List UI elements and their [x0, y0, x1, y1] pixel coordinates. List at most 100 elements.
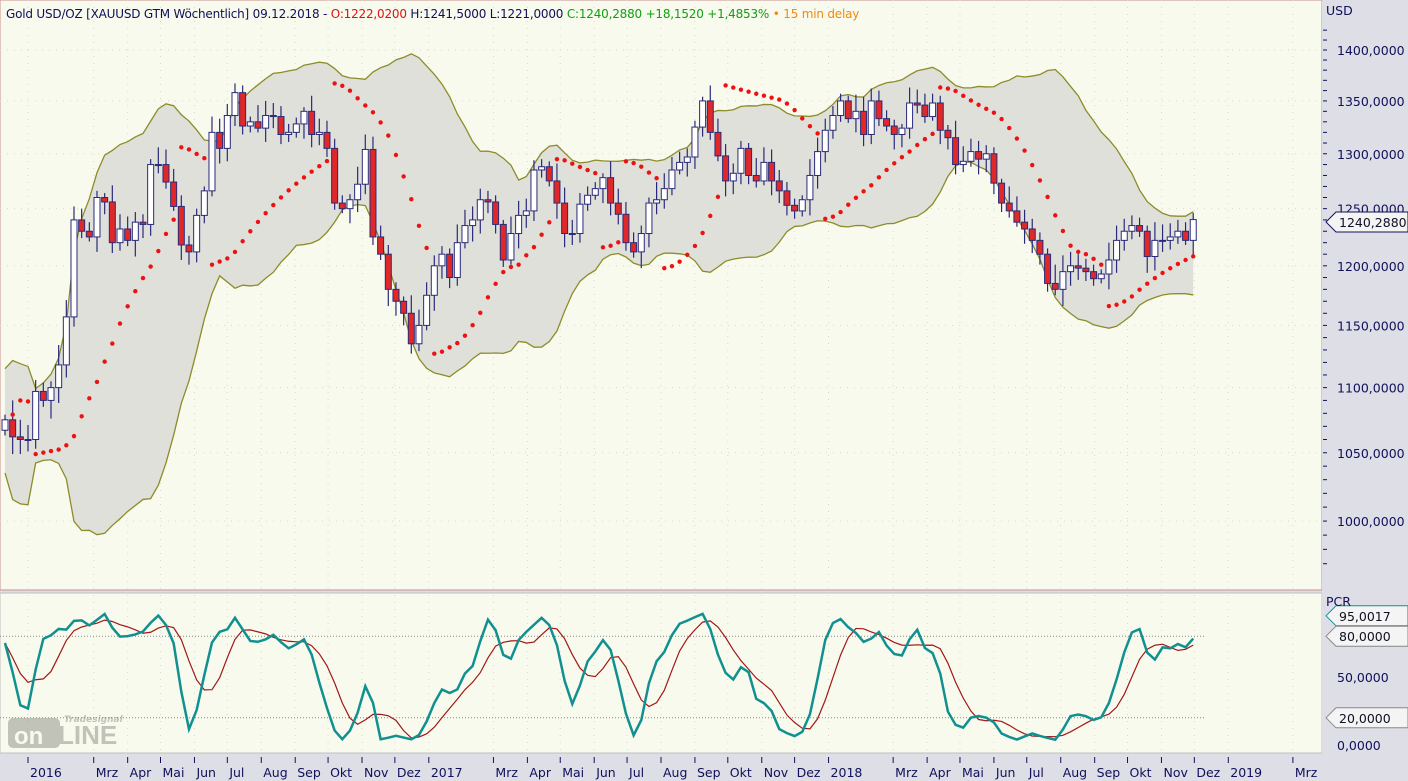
candle-body [760, 161, 768, 182]
sar-dot [355, 96, 360, 101]
candle-body [668, 169, 676, 190]
sar-dot [777, 97, 782, 102]
candle-body [177, 205, 185, 246]
candle-body [407, 312, 415, 345]
sar-dot [332, 81, 337, 86]
sar-dot [531, 244, 537, 250]
price-axis[interactable]: 1000,0000 1050,0000 1100,0000 1150,0000 1200… [1322, 0, 1408, 781]
candle-body [844, 100, 852, 120]
candle-body [231, 92, 239, 117]
candle-body [124, 228, 132, 241]
candle-body [315, 131, 323, 135]
sar-dot [700, 230, 705, 236]
oscillator-pane[interactable] [0, 592, 1323, 754]
sar-dot [194, 151, 199, 157]
sar-dot [508, 264, 514, 270]
sar-dot [462, 333, 468, 338]
candle-body [1082, 267, 1090, 273]
time-tick-label: Sep [1097, 765, 1121, 780]
candle-body [952, 137, 960, 166]
price-tick-label: 1150,0000 [1337, 318, 1405, 333]
sar-dot [754, 91, 759, 96]
candle-body [476, 199, 484, 221]
candle-body [354, 183, 362, 201]
candle-body [676, 161, 684, 171]
sar-dot [56, 447, 61, 452]
time-tick-label: Aug [263, 765, 287, 780]
sar-dot [1030, 162, 1035, 168]
chart-canvas[interactable]: on LINE Tradesignal 1000,0000 1050,0000 11… [0, 0, 1408, 781]
time-tick-label: Jul [628, 765, 644, 780]
sar-dot [1114, 302, 1119, 307]
last-price-tag: 1240,2880 [1339, 215, 1407, 230]
candle-body [998, 182, 1006, 204]
time-tick-label: Okt [330, 765, 352, 780]
sar-dot [884, 167, 889, 173]
time-tick-label: Dez [1196, 765, 1220, 780]
time-tick-label: Mai [163, 765, 185, 780]
sar-dot [593, 170, 598, 176]
sar-dot [1083, 251, 1089, 257]
sar-dot [1022, 148, 1027, 153]
time-tick-label: Dez [797, 765, 821, 780]
sar-dot [439, 349, 445, 354]
sar-dot [294, 181, 299, 186]
candle-body [338, 202, 346, 210]
candle-body [530, 169, 538, 212]
sar-dot [547, 220, 552, 225]
sar-dot [263, 211, 268, 216]
level-tag: 80,0000 [1339, 629, 1391, 644]
candle-body [1090, 271, 1098, 280]
price-tick-label: 1300,0000 [1337, 147, 1405, 162]
time-tick-label: Mrz [895, 765, 918, 780]
candle-body [553, 180, 561, 204]
candle-body [415, 324, 423, 345]
candle-body [1074, 265, 1082, 269]
candle-body [653, 199, 661, 204]
sar-dot [278, 195, 284, 200]
sar-dot [309, 169, 314, 174]
sar-dot [708, 213, 713, 219]
time-tick-label: Mrz [495, 765, 518, 780]
sar-dot [217, 259, 222, 264]
candle-body [438, 253, 446, 267]
candle-body [522, 210, 530, 216]
candle-body [599, 177, 607, 190]
sar-dot [1152, 275, 1158, 281]
sar-dot [685, 252, 690, 257]
time-tick-label: Jul [1028, 765, 1044, 780]
sar-dot [156, 248, 161, 254]
candle-body [223, 115, 231, 149]
candle-body [1021, 221, 1029, 230]
chart-title: Gold USD/OZ [XAUUSD GTM Wöchentlich] 09.… [6, 7, 859, 21]
sar-dot [117, 321, 123, 326]
time-tick-label: Mrz [1295, 765, 1318, 780]
sar-dot [738, 87, 744, 92]
sar-dot [493, 281, 498, 287]
candle-body [1143, 230, 1151, 258]
time-axis[interactable]: 2016 Mrz Apr Mai Jun Jul Aug Sep Okt Nov Dez 2017 Mr… [0, 754, 1322, 781]
candle-body [277, 116, 285, 135]
time-tick-label: Nov [1163, 765, 1188, 780]
sar-dot [922, 136, 928, 142]
candle-body [147, 164, 155, 225]
low-value: L:1221,0000 [489, 7, 564, 21]
sar-dot [432, 351, 437, 356]
oscillator-axis-unit: PCR [1326, 594, 1351, 609]
candle-body [70, 219, 78, 318]
sar-dot [386, 133, 391, 138]
candle-body [798, 199, 806, 212]
candle-body [645, 202, 653, 235]
candle [147, 159, 155, 236]
sar-dot [1160, 270, 1165, 276]
sar-dot [25, 399, 31, 404]
candle-body [300, 110, 308, 125]
time-tick-label: Dez [397, 765, 421, 780]
sar-dot [562, 158, 567, 163]
sar-dot [723, 83, 728, 88]
sar-dot [853, 195, 859, 200]
candle-body [1028, 228, 1036, 241]
sar-dot [692, 243, 698, 249]
candle-body [768, 161, 776, 182]
sar-dot [616, 240, 621, 245]
